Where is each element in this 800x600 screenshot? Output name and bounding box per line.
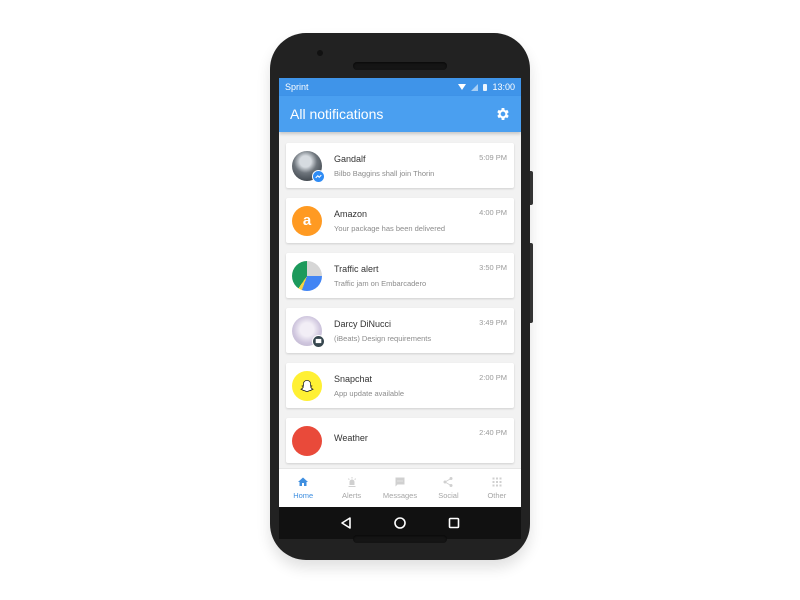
notification-card[interactable]: Snapchat App update available 2:00 PM <box>286 363 514 408</box>
notification-card[interactable]: Weather 2:40 PM <box>286 418 514 463</box>
notification-time: 3:49 PM <box>479 318 507 327</box>
notification-time: 2:00 PM <box>479 373 507 382</box>
gear-icon[interactable] <box>495 106 511 122</box>
notification-list[interactable]: Gandalf Bilbo Baggins shall join Thorin … <box>279 132 521 469</box>
gandalf-avatar <box>292 150 325 183</box>
weather-icon <box>292 425 322 456</box>
battery-icon <box>483 83 488 91</box>
alarm-icon <box>347 477 356 487</box>
back-icon[interactable] <box>339 516 353 530</box>
apps-grid-icon <box>492 477 502 487</box>
app-bar: All notifications <box>279 96 521 132</box>
nav-label: Other <box>487 491 507 500</box>
notification-message: (iBeats) Design requirements <box>334 333 432 343</box>
amazon-logo: a <box>292 205 322 236</box>
screen: Sprint 13:00 All notifications Gandalf B… <box>279 78 521 507</box>
notification-message: Your package has been delivered <box>334 223 446 233</box>
notification-card[interactable]: Gandalf Bilbo Baggins shall join Thorin … <box>286 143 514 188</box>
home-icon <box>298 477 309 486</box>
nav-home[interactable]: Home <box>279 469 327 507</box>
nav-other[interactable]: Other <box>473 469 521 507</box>
notification-message: App update available <box>334 388 405 398</box>
front-camera <box>317 50 323 56</box>
home-circle-icon[interactable] <box>393 516 407 530</box>
notification-message: Bilbo Baggins shall join Thorin <box>334 168 435 178</box>
notification-time: 2:40 PM <box>479 428 507 437</box>
volume-rocker[interactable] <box>530 243 533 323</box>
top-speaker <box>353 62 447 70</box>
nav-label: Home <box>293 491 314 500</box>
nav-label: Social <box>438 491 459 500</box>
ghost-icon <box>300 379 314 392</box>
nav-alerts[interactable]: Alerts <box>327 469 375 507</box>
phone-frame: Sprint 13:00 All notifications Gandalf B… <box>270 33 533 560</box>
nav-label: Alerts <box>342 491 362 500</box>
wifi-icon <box>458 84 467 90</box>
notification-message: Traffic jam on Embarcadero <box>334 278 427 288</box>
bottom-navigation: Home Alerts Messages Social Other <box>279 468 521 507</box>
messenger-icon <box>312 169 325 183</box>
notification-card[interactable]: a Amazon Your package has been delivered… <box>286 198 514 243</box>
status-bar: Sprint 13:00 <box>279 78 521 96</box>
mail-icon <box>312 334 325 348</box>
notification-time: 5:09 PM <box>479 153 507 162</box>
nav-label: Messages <box>382 491 418 500</box>
darcy-avatar <box>292 315 325 348</box>
clock: 13:00 <box>492 82 515 92</box>
maps-icon <box>292 260 322 291</box>
notification-card[interactable]: Darcy DiNucci (iBeats) Design requiremen… <box>286 308 514 353</box>
bottom-speaker <box>353 535 447 543</box>
signal-icon <box>471 83 479 91</box>
amazon-logo-glyph: a <box>302 212 312 229</box>
notification-card[interactable]: Traffic alert Traffic jam on Embarcadero… <box>286 253 514 298</box>
carrier-label: Sprint <box>285 82 309 92</box>
recents-icon[interactable] <box>447 516 461 530</box>
nav-social[interactable]: Social <box>424 469 472 507</box>
message-icon <box>395 477 405 487</box>
notification-time: 3:50 PM <box>479 263 507 272</box>
page-title: All notifications <box>290 106 384 122</box>
snapchat-logo <box>292 370 322 401</box>
power-button[interactable] <box>530 171 533 205</box>
share-icon <box>443 477 453 487</box>
notification-time: 4:00 PM <box>479 208 507 217</box>
nav-messages[interactable]: Messages <box>376 469 424 507</box>
